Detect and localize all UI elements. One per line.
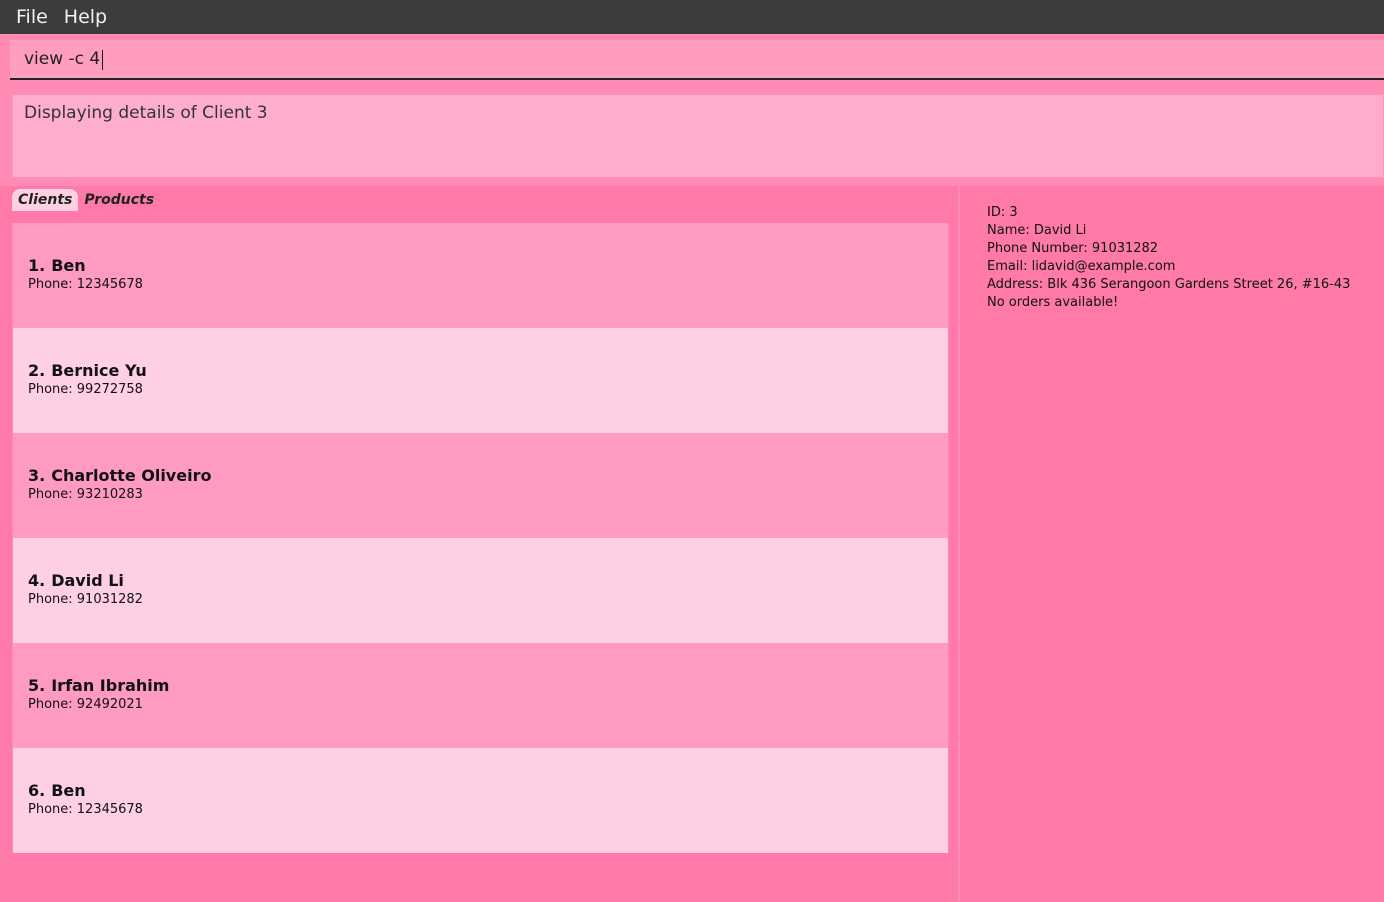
detail-address: Address: Blk 436 Serangoon Gardens Stree… [987,277,1351,292]
client-name-line: 3. Charlotte Oliveiro [28,466,933,486]
client-phone: Phone: 12345678 [28,277,143,292]
menu-file[interactable]: File [8,0,56,34]
client-index: 1. [28,256,46,275]
client-list-panel: Clients Products 1. Ben Phone: 12345678 2… [0,186,960,902]
result-display: Displaying details of Client 3 [12,94,1384,178]
client-name: Charlotte Oliveiro [51,466,212,485]
tab-products[interactable]: Products [78,189,160,211]
detail-email: Email: lidavid@example.com [987,259,1176,274]
client-phone: Phone: 93210283 [28,487,143,502]
client-phone: Phone: 99272758 [28,382,143,397]
client-phone: Phone: 12345678 [28,802,143,817]
client-index: 5. [28,676,46,695]
client-phone: Phone: 91031282 [28,592,143,607]
command-area [0,34,1384,86]
client-details: ID: 3 Name: David Li Phone Number: 91031… [987,204,1350,312]
menu-bar: File Help [0,0,1384,34]
command-box [10,40,1384,80]
list-item[interactable]: 2. Bernice Yu Phone: 99272758 [12,328,949,433]
menu-help[interactable]: Help [56,0,115,34]
detail-orders: No orders available! [987,295,1119,310]
client-name-line: 2. Bernice Yu [28,361,933,381]
client-name-line: 4. David Li [28,571,933,591]
tab-bar: Clients Products [12,189,160,211]
result-area: Displaying details of Client 3 [0,86,1384,186]
client-phone: Phone: 92492021 [28,697,143,712]
client-name: Ben [51,781,86,800]
client-name: David Li [51,571,124,590]
client-index: 4. [28,571,46,590]
client-name: Bernice Yu [51,361,147,380]
client-name: Ben [51,256,86,275]
client-name-line: 5. Irfan Ibrahim [28,676,933,696]
text-caret [102,50,103,70]
client-index: 2. [28,361,46,380]
detail-phone: Phone Number: 91031282 [987,241,1159,256]
list-item[interactable]: 4. David Li Phone: 91031282 [12,538,949,643]
command-input[interactable] [10,40,1384,78]
client-name-line: 6. Ben [28,781,933,801]
list-item[interactable]: 1. Ben Phone: 12345678 [12,223,949,328]
detail-id: ID: 3 [987,205,1018,220]
list-item[interactable]: 3. Charlotte Oliveiro Phone: 93210283 [12,433,949,538]
client-details-panel: ID: 3 Name: David Li Phone Number: 91031… [960,186,1384,902]
client-name: Irfan Ibrahim [51,676,170,695]
client-index: 3. [28,466,46,485]
list-item[interactable]: 6. Ben Phone: 12345678 [12,748,949,853]
list-item[interactable]: 5. Irfan Ibrahim Phone: 92492021 [12,643,949,748]
detail-name: Name: David Li [987,223,1087,238]
client-name-line: 1. Ben [28,256,933,276]
client-list: 1. Ben Phone: 12345678 2. Bernice Yu Phone… [12,223,949,853]
tab-clients[interactable]: Clients [12,189,79,211]
client-index: 6. [28,781,46,800]
